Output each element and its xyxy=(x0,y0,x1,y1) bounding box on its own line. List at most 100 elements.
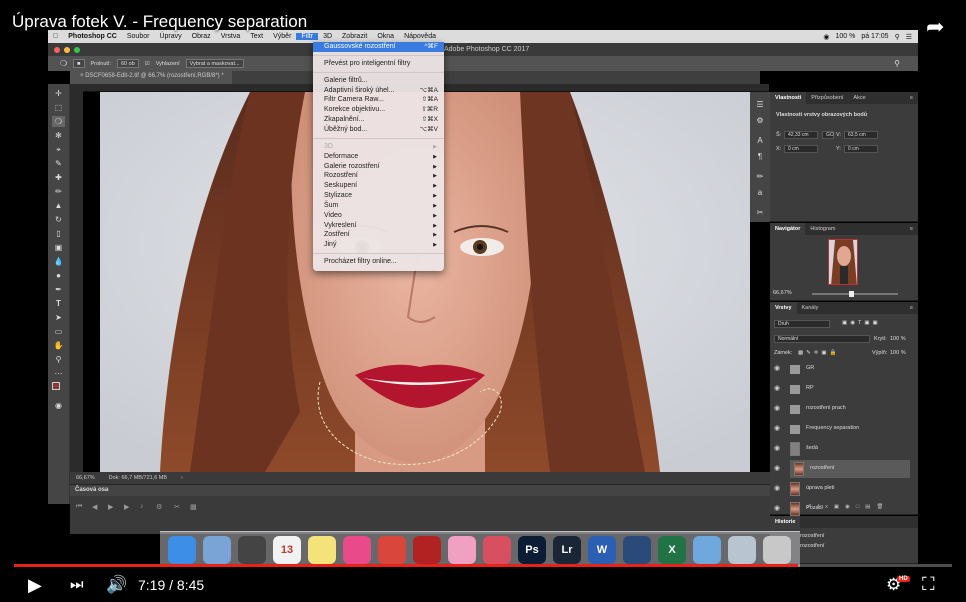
tab-navigator_panel-1[interactable]: Histogram xyxy=(805,223,840,235)
tab-properties_panel-0[interactable]: Vlastnosti xyxy=(770,92,807,104)
document-info[interactable]: Dok: 66,7 MB/721,6 MB xyxy=(109,475,167,481)
timeline-title[interactable]: Časová osa xyxy=(70,485,770,496)
layer-row[interactable]: ◉ GR xyxy=(770,360,910,378)
zoom-tool-icon[interactable]: ⚲ xyxy=(52,354,65,365)
quicktime-icon[interactable] xyxy=(623,536,651,564)
video-title[interactable]: Úprava fotek V. - Frequency separation xyxy=(12,12,307,32)
pen-tool-icon[interactable]: ✒ xyxy=(52,284,65,295)
compass-icon[interactable] xyxy=(238,536,266,564)
tab-layers_panel-0[interactable]: Vrstvy xyxy=(770,302,797,314)
folder-icon[interactable] xyxy=(693,536,721,564)
filter-menu-item[interactable]: Video ▶ xyxy=(313,211,444,221)
photobooth-icon[interactable] xyxy=(413,536,441,564)
dictionary-icon[interactable] xyxy=(483,536,511,564)
panel-menu-icon[interactable]: ≡ xyxy=(905,92,918,104)
filter-menu-item[interactable]: Deformace ▶ xyxy=(313,152,444,162)
eye-icon[interactable]: ◉ xyxy=(774,384,780,392)
chrome-icon[interactable] xyxy=(378,536,406,564)
blend-mode-select[interactable]: Normální xyxy=(774,335,870,343)
blur-tool-icon[interactable]: 💧 xyxy=(52,256,65,267)
transition-icon[interactable]: ▩ xyxy=(190,503,197,511)
volume-icon[interactable]: 🔊 xyxy=(106,575,127,595)
filter-menu-item[interactable]: Seskupení ▶ xyxy=(313,181,444,191)
adjust-panel-icon[interactable]: ⚙ xyxy=(754,116,766,126)
prev-frame-icon[interactable]: ◀ xyxy=(92,503,97,511)
y-input[interactable]: 0 cm xyxy=(844,145,878,153)
eye-icon[interactable]: ◉ xyxy=(774,484,780,492)
layer-row[interactable]: ◉ RP xyxy=(770,380,910,398)
close-tab-icon[interactable]: × xyxy=(80,73,84,79)
finder-icon[interactable] xyxy=(168,536,196,564)
menu-0[interactable]: Soubor xyxy=(122,33,155,40)
eye-icon[interactable]: ◉ xyxy=(774,364,780,372)
filter-menu-item[interactable]: Zostření ▶ xyxy=(313,230,444,240)
play-icon[interactable]: ▶ xyxy=(28,575,42,596)
eye-icon[interactable]: ◉ xyxy=(774,424,780,432)
preview-icon[interactable] xyxy=(203,536,231,564)
layer-row[interactable]: ◉ šedá xyxy=(770,440,910,458)
eye-icon[interactable]: ◉ xyxy=(774,404,780,412)
antialias-checkbox[interactable]: ☑ xyxy=(145,61,150,67)
shape-tool-icon[interactable]: ▭ xyxy=(52,326,65,337)
menu-10[interactable]: Nápověda xyxy=(399,33,441,40)
menu-2[interactable]: Obraz xyxy=(187,33,216,40)
move-tool-icon[interactable]: ✛ xyxy=(52,88,65,99)
filter-menu-item[interactable]: Rozostření ▶ xyxy=(313,171,444,181)
menu-list-icon[interactable]: ☰ xyxy=(906,33,912,41)
height-input[interactable]: 63,5 cm xyxy=(844,131,878,139)
layer-actions[interactable]: ☍fx▣◉□▤🗑 xyxy=(806,504,889,510)
lock-icons[interactable]: ▩✎✛▣🔒 xyxy=(798,350,839,356)
tab-layers_panel-1[interactable]: Kanály xyxy=(797,302,824,314)
lasso-tool-icon[interactable]: ❍ xyxy=(60,59,67,68)
search-tool-icon[interactable]: ⚲ xyxy=(894,59,918,68)
dodge-tool-icon[interactable]: ● xyxy=(52,270,65,281)
panel-menu-icon[interactable]: ≡ xyxy=(905,302,918,314)
glyphs-panel-icon[interactable]: a xyxy=(754,188,766,198)
lightroom-icon[interactable]: Lr xyxy=(553,536,581,564)
close-window-icon[interactable] xyxy=(54,47,60,53)
navigator-slider-handle[interactable] xyxy=(849,291,854,297)
filter-menu-item[interactable]: Stylizace ▶ xyxy=(313,191,444,201)
history-item[interactable]: rozostření xyxy=(800,533,824,539)
filter-menu-item[interactable]: Galerie rozostření ▶ xyxy=(313,162,444,172)
navigator-zoom[interactable]: 66,67% xyxy=(773,290,792,296)
filter-menu-item[interactable]: Galerie filtrů... xyxy=(313,76,444,86)
photoshop-icon[interactable]: Ps xyxy=(518,536,546,564)
feather-input[interactable]: 60 ob xyxy=(116,59,139,68)
quick-mask-icon[interactable]: ◉ xyxy=(52,400,65,411)
filter-menu-item[interactable]: Jiný ▶ xyxy=(313,240,444,250)
marquee-tool-icon[interactable]: ⬚ xyxy=(52,102,65,113)
gradient-tool-icon[interactable]: ▣ xyxy=(52,242,65,253)
eye-icon[interactable]: ◉ xyxy=(774,464,780,472)
character-panel-icon[interactable]: A xyxy=(754,136,766,146)
fill-value[interactable]: 100 % xyxy=(890,350,906,356)
layer-row[interactable]: ◉ rozostření prach xyxy=(770,400,910,418)
healing-brush-icon[interactable]: ✚ xyxy=(52,172,65,183)
hand-tool-icon[interactable]: ✋ xyxy=(52,340,65,351)
paragraph-panel-icon[interactable]: ¶ xyxy=(754,152,766,162)
history-item[interactable]: rozostření xyxy=(800,543,824,549)
search-icon[interactable]: ⚲ xyxy=(895,33,900,41)
menu-9[interactable]: Okna xyxy=(372,33,399,40)
menu-8[interactable]: Zobrazit xyxy=(337,33,372,40)
zoom-window-icon[interactable] xyxy=(74,47,80,53)
x-input[interactable]: 0 cm xyxy=(784,145,818,153)
link-dimensions-button[interactable]: GO xyxy=(822,131,834,139)
panel-menu-icon[interactable]: ≡ xyxy=(905,223,918,235)
menu-1[interactable]: Úpravy xyxy=(154,33,186,40)
audio-icon[interactable]: ♪ xyxy=(140,503,144,510)
layer-filter-select[interactable]: Druh xyxy=(774,320,830,328)
split-icon[interactable]: ✂ xyxy=(174,503,180,511)
first-frame-icon[interactable]: ⏮ xyxy=(76,503,82,511)
filter-menu-item[interactable]: Filtr Camera Raw... ⇧⌘A xyxy=(313,95,444,105)
filter-menu-item[interactable]: Korekce objektivu... ⇧⌘R xyxy=(313,105,444,115)
type-tool-icon[interactable]: T xyxy=(52,298,65,309)
menu-3[interactable]: Vrstva xyxy=(216,33,246,40)
filter-menu-item[interactable]: Šum ▶ xyxy=(313,201,444,211)
video-player[interactable]:  Photoshop CC SouborÚpravyObrazVrstvaTe… xyxy=(0,0,966,602)
history-panel-icon[interactable]: ☰ xyxy=(754,100,766,110)
tab-properties_panel-2[interactable]: Akce xyxy=(848,92,870,104)
calendar-icon[interactable]: 13 xyxy=(273,536,301,564)
layer-filter-icons[interactable]: ▣◉T▣▣ xyxy=(842,320,881,326)
select-mask-button[interactable]: Vybrat a maskovat... xyxy=(185,59,244,68)
